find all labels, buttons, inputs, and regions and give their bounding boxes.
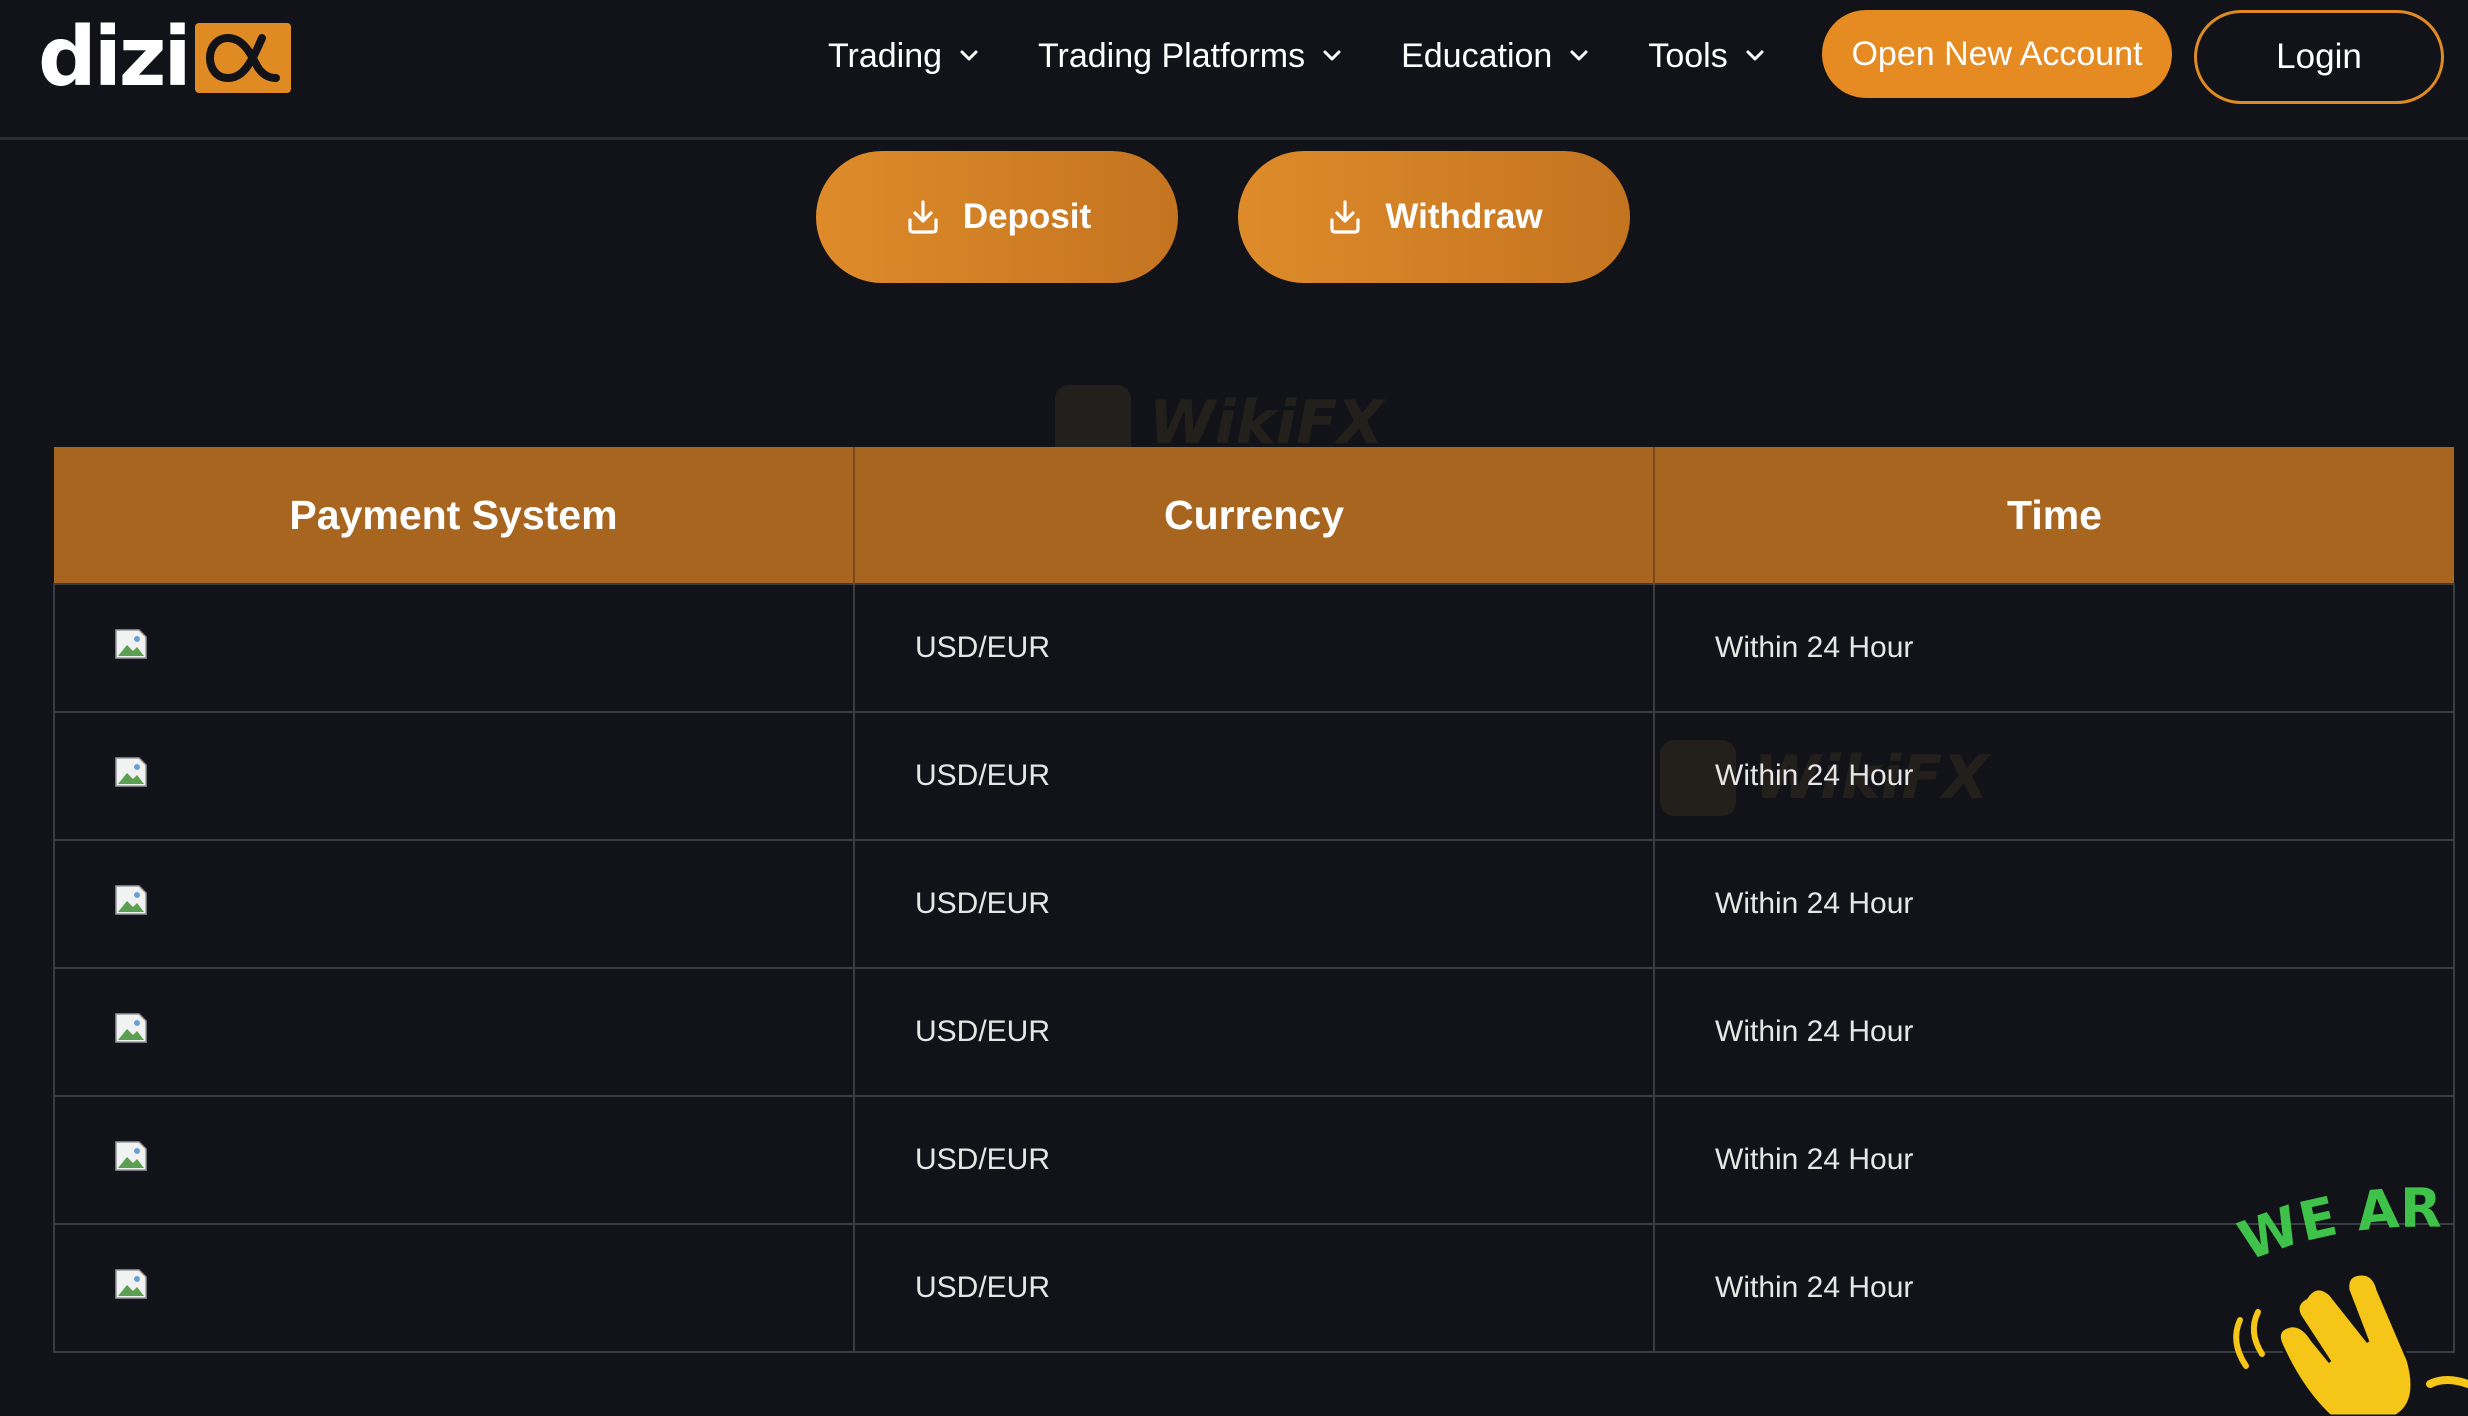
table-row: USD/EUR Within 24 Hour xyxy=(53,1095,2455,1225)
nav-item-trading[interactable]: Trading xyxy=(828,37,982,76)
payment-system-cell xyxy=(53,1223,855,1353)
logo-alpha-icon xyxy=(194,23,291,93)
time-cell: Within 24 Hour xyxy=(1653,967,2455,1097)
broken-image-icon xyxy=(115,757,147,787)
withdraw-label: Withdraw xyxy=(1385,197,1543,236)
sticker-text: WE ARE xyxy=(2220,1170,2442,1273)
time-cell: Within 24 Hour xyxy=(1653,583,2455,713)
deposit-label: Deposit xyxy=(962,197,1092,236)
login-button[interactable]: Login xyxy=(2194,10,2444,104)
currency-cell: USD/EUR xyxy=(853,1223,1655,1353)
alpha-glyph-icon xyxy=(205,33,280,83)
chevron-down-icon xyxy=(1319,43,1345,69)
chevron-down-icon xyxy=(1566,43,1592,69)
waving-hand-icon: WE ARE xyxy=(2202,1120,2468,1416)
payment-system-cell xyxy=(53,711,855,841)
nav-item-label: Trading xyxy=(828,36,943,75)
table-header-row: Payment System Currency Time xyxy=(54,447,2454,584)
broken-image-icon xyxy=(115,1013,147,1043)
table-row: USD/EUR Within 24 Hour xyxy=(53,1223,2455,1353)
open-new-account-button[interactable]: Open New Account xyxy=(1822,10,2172,98)
logo-wordmark: dizi xyxy=(38,10,192,105)
nav-item-label: Trading Platforms xyxy=(1038,36,1306,75)
download-icon xyxy=(1325,197,1365,237)
payment-system-cell xyxy=(53,1095,855,1225)
currency-cell: USD/EUR xyxy=(853,711,1655,841)
time-cell: Within 24 Hour xyxy=(1653,839,2455,969)
table-row: USD/EUR Within 24 Hour xyxy=(53,711,2455,841)
table-row: USD/EUR Within 24 Hour xyxy=(53,839,2455,969)
column-header-payment-system: Payment System xyxy=(54,447,855,584)
chat-widget-sticker[interactable]: WE ARE xyxy=(2202,1120,2468,1416)
main-nav: Trading Trading Platforms Education Tool… xyxy=(828,30,1824,82)
withdraw-button[interactable]: Withdraw xyxy=(1238,151,1630,283)
broken-image-icon xyxy=(115,1141,147,1171)
column-header-time: Time xyxy=(1654,447,2454,584)
currency-cell: USD/EUR xyxy=(853,967,1655,1097)
currency-cell: USD/EUR xyxy=(853,839,1655,969)
time-cell: Within 24 Hour xyxy=(1653,711,2455,841)
column-header-currency: Currency xyxy=(854,447,1655,584)
table-row: USD/EUR Within 24 Hour xyxy=(53,967,2455,1097)
nav-item-label: Tools xyxy=(1648,36,1728,75)
chevron-down-icon xyxy=(1742,43,1768,69)
nav-item-label: Education xyxy=(1401,36,1553,75)
brand-logo[interactable]: dizi xyxy=(38,10,291,105)
payment-methods-table: Payment System Currency Time USD/EUR Wit… xyxy=(53,447,2455,1353)
payment-system-cell xyxy=(53,967,855,1097)
currency-cell: USD/EUR xyxy=(853,583,1655,713)
broken-image-icon xyxy=(115,885,147,915)
site-header: dizi Trading Trading Platforms Education… xyxy=(0,0,2468,140)
download-icon xyxy=(903,197,943,237)
nav-item-trading-platforms[interactable]: Trading Platforms xyxy=(1038,37,1345,76)
broken-image-icon xyxy=(115,629,147,659)
nav-item-education[interactable]: Education xyxy=(1401,37,1592,76)
deposit-button[interactable]: Deposit xyxy=(816,151,1178,283)
payment-system-cell xyxy=(53,583,855,713)
currency-cell: USD/EUR xyxy=(853,1095,1655,1225)
payment-system-cell xyxy=(53,839,855,969)
chevron-down-icon xyxy=(956,43,982,69)
nav-item-tools[interactable]: Tools xyxy=(1648,37,1767,76)
broken-image-icon xyxy=(115,1269,147,1299)
table-row: USD/EUR Within 24 Hour xyxy=(53,583,2455,713)
